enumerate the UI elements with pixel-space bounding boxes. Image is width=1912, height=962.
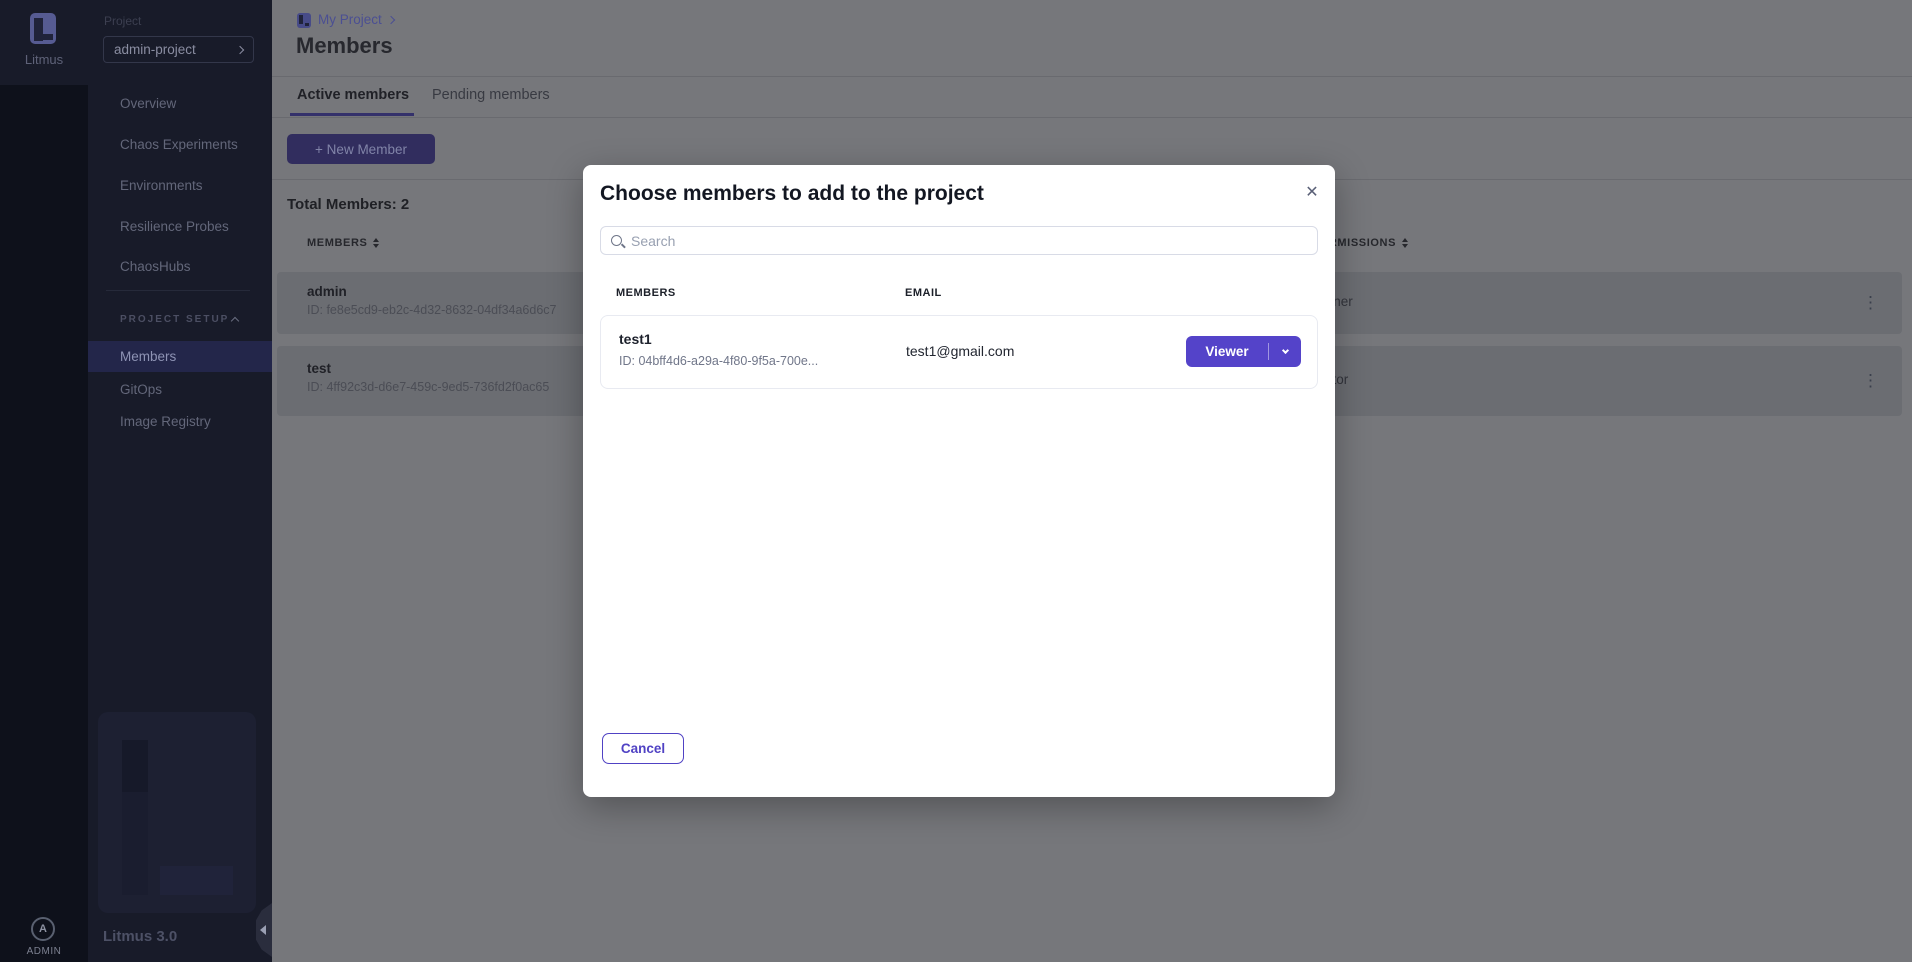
modal-title: Choose members to add to the project bbox=[600, 182, 984, 206]
role-label: Viewer bbox=[1186, 344, 1268, 359]
cancel-button[interactable]: Cancel bbox=[602, 733, 684, 764]
modal-column-email: EMAIL bbox=[905, 287, 942, 299]
search-icon bbox=[611, 235, 622, 246]
candidate-id: ID: 04bff4d6-a29a-4f80-9f5a-700e... bbox=[619, 354, 818, 368]
candidate-name: test1 bbox=[619, 331, 652, 347]
role-select-button[interactable]: Viewer bbox=[1186, 336, 1301, 367]
close-icon[interactable]: ✕ bbox=[1301, 181, 1323, 203]
candidate-email: test1@gmail.com bbox=[906, 343, 1014, 359]
search-input[interactable] bbox=[631, 233, 1307, 249]
search-box bbox=[600, 226, 1318, 255]
add-members-modal: Choose members to add to the project ✕ M… bbox=[583, 165, 1335, 797]
modal-member-row: test1 ID: 04bff4d6-a29a-4f80-9f5a-700e..… bbox=[600, 315, 1318, 389]
app-root: Litmus A ADMIN Project admin-project Ove… bbox=[0, 0, 1912, 962]
chevron-down-icon[interactable] bbox=[1269, 351, 1301, 353]
modal-column-members: MEMBERS bbox=[616, 287, 676, 299]
